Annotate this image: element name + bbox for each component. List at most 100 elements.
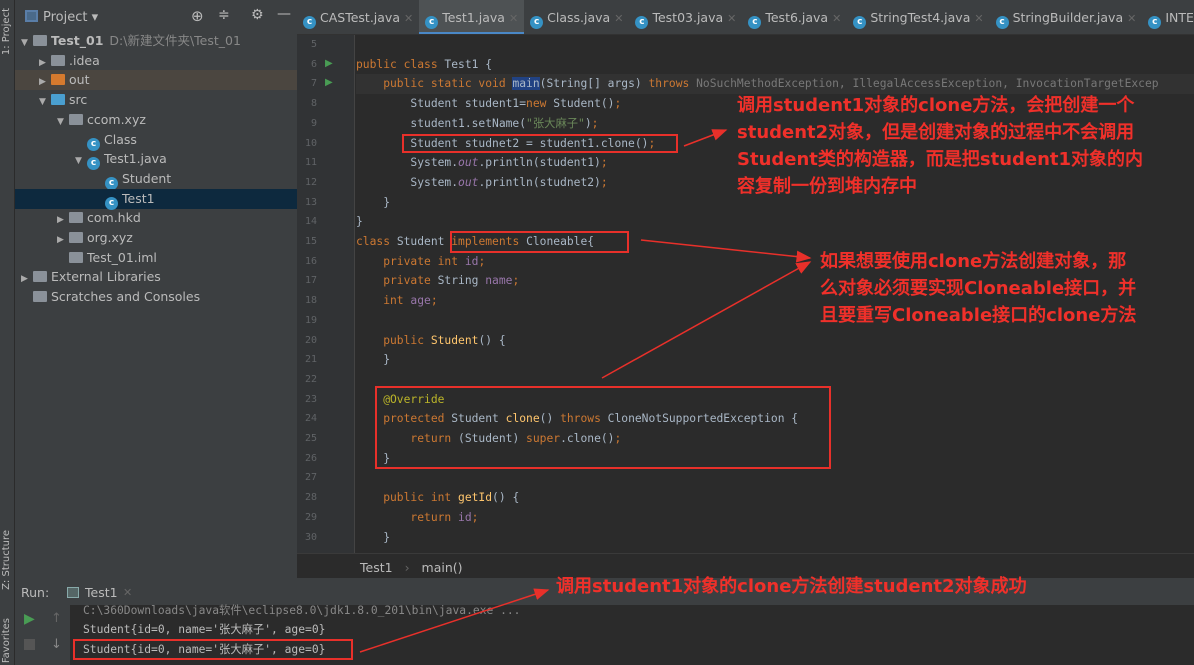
package-icon — [69, 212, 83, 224]
code-line: public Student() { — [356, 331, 505, 351]
code-token: ; — [600, 156, 608, 170]
tree-item[interactable]: ▶ External Libraries — [15, 267, 297, 287]
line-number: 7 — [310, 78, 317, 90]
tree-item[interactable]: ▼ Test_01 D:\新建文件夹\Test_01 — [15, 31, 297, 51]
tree-item[interactable]: c Test1 — [15, 188, 297, 210]
tree-item-label: out — [69, 72, 90, 88]
code-token: ; — [471, 510, 479, 524]
code-line: Student student1=new Student(); — [356, 94, 621, 114]
editor-tab[interactable]: c Test1.java ✕ — [419, 0, 525, 34]
code-token: } — [356, 195, 391, 209]
line-number: 19 — [304, 314, 317, 326]
tree-item[interactable]: c Class — [15, 130, 297, 151]
tree-item[interactable]: ▶ org.xyz — [15, 228, 297, 248]
line-number: 26 — [304, 452, 317, 464]
scratch-icon — [33, 291, 47, 303]
code-token: System. — [356, 156, 459, 170]
tab-label: Test1.java — [442, 10, 505, 25]
gear-icon[interactable]: ⚙ — [251, 7, 264, 23]
highlight-implements — [450, 231, 629, 253]
editor-tab[interactable]: c Class.java ✕ — [524, 0, 629, 34]
code-token: Student — [396, 235, 452, 248]
java-class-icon: c — [1148, 16, 1162, 29]
structure-tool-button[interactable]: Z: Structure — [1, 530, 12, 590]
editor-tab[interactable]: c Test03.java ✕ — [629, 0, 742, 34]
project-icon — [25, 10, 38, 22]
project-view-dropdown[interactable]: Project ▾ — [43, 10, 98, 25]
code-line: private int id; — [356, 252, 485, 272]
tab-label: Test6.java — [765, 10, 829, 25]
code-token: } — [356, 215, 363, 229]
breadcrumb-class[interactable]: Test1 — [360, 560, 393, 575]
annotation-success: 调用student1对象的clone方法创建student2对象成功 — [556, 576, 1027, 597]
editor-tab[interactable]: c StringTest4.java ✕ — [847, 0, 989, 34]
annotation-line: 么对象必须要实现Cloneable接口，并 — [820, 278, 1137, 299]
tree-item[interactable]: ▼ c Test1.java — [15, 149, 297, 171]
hide-icon[interactable]: — — [277, 6, 291, 22]
tab-label: Test03.java — [652, 10, 724, 25]
code-token: ; — [591, 116, 599, 130]
tree-item-label: Test1.java — [104, 151, 167, 167]
editor-tab[interactable]: cINTER — [1142, 0, 1194, 34]
tree-item[interactable]: ▶ .idea — [15, 51, 297, 71]
java-class-icon: c — [425, 16, 439, 29]
close-tab-icon[interactable]: ✕ — [727, 12, 736, 25]
code-token: String — [437, 274, 486, 288]
favorites-tool-button[interactable]: Favorites — [1, 618, 12, 663]
code-token: ; — [430, 294, 438, 308]
collapse-icon[interactable]: ≑ — [218, 7, 230, 23]
close-tab-icon[interactable]: ✕ — [974, 12, 983, 25]
code-line: } — [356, 528, 390, 548]
line-number: 9 — [310, 117, 317, 129]
close-tab-icon[interactable]: ✕ — [404, 12, 413, 25]
up-arrow-icon[interactable]: ↑ — [51, 611, 62, 626]
tree-item-label: Test_01.iml — [87, 249, 157, 265]
line-number: 12 — [304, 176, 317, 188]
annotation-line: 容复制一份到堆内存中 — [737, 176, 917, 197]
line-number: 14 — [304, 216, 317, 228]
down-arrow-icon[interactable]: ↓ — [51, 637, 62, 652]
close-tab-icon[interactable]: ✕ — [1127, 12, 1136, 25]
tree-item[interactable]: ▼ ccom.xyz — [15, 110, 297, 130]
tree-item[interactable]: ▼ src — [15, 90, 297, 110]
code-token: Student() — [553, 97, 615, 111]
close-tab-icon[interactable]: ✕ — [509, 12, 518, 25]
line-number: 24 — [304, 413, 317, 425]
annotation-line: 如果想要使用clone方法创建对象，那 — [820, 251, 1127, 272]
tree-item[interactable]: ▶ com.hkd — [15, 208, 297, 228]
code-token: ) — [584, 116, 592, 130]
tree-item[interactable]: Scratches and Consoles — [15, 287, 297, 307]
tree-item[interactable]: ▶ out — [15, 70, 297, 91]
code-token: public — [356, 333, 431, 347]
line-number: 30 — [304, 531, 317, 543]
rerun-icon[interactable]: ▶ — [24, 611, 35, 627]
run-gutter-icon[interactable]: ▶ — [325, 77, 333, 88]
tree-item-label: Student — [122, 170, 172, 186]
code-token: id — [458, 510, 472, 524]
stop-icon[interactable] — [24, 639, 35, 650]
locate-icon[interactable]: ⊕ — [191, 7, 204, 25]
code-line: System.out.println(studnet2); — [356, 173, 607, 193]
folder-icon — [51, 54, 65, 66]
folder-blue-icon — [51, 94, 65, 106]
breadcrumb-method[interactable]: main() — [422, 560, 463, 575]
tree-item[interactable]: c Student — [15, 169, 297, 190]
line-number: 10 — [304, 137, 317, 149]
close-tab-icon[interactable]: ✕ — [832, 12, 841, 25]
annotation-line: 调用student1对象的clone方法，会把创建一个 — [737, 95, 1135, 116]
line-number: 25 — [304, 433, 317, 444]
code-line: public int getId() { — [356, 488, 519, 508]
line-number: 8 — [310, 98, 317, 110]
tab-label: Class.java — [547, 10, 611, 25]
project-tool-button[interactable]: 1: Project — [1, 8, 12, 55]
editor-tab[interactable]: c CASTest.java ✕ — [297, 0, 419, 34]
code-token: private int — [356, 254, 465, 268]
code-token: throws — [648, 77, 697, 91]
run-gutter-icon[interactable]: ▶ — [325, 58, 333, 69]
run-toolbar: ▶ ↑ ↓ — [15, 605, 70, 665]
tree-item[interactable]: Test_01.iml — [15, 248, 297, 268]
tree-item-label: com.hkd — [87, 210, 141, 226]
editor-tab[interactable]: c StringBuilder.java ✕ — [990, 0, 1143, 34]
editor-tab[interactable]: c Test6.java ✕ — [742, 0, 847, 34]
close-tab-icon[interactable]: ✕ — [614, 12, 623, 25]
